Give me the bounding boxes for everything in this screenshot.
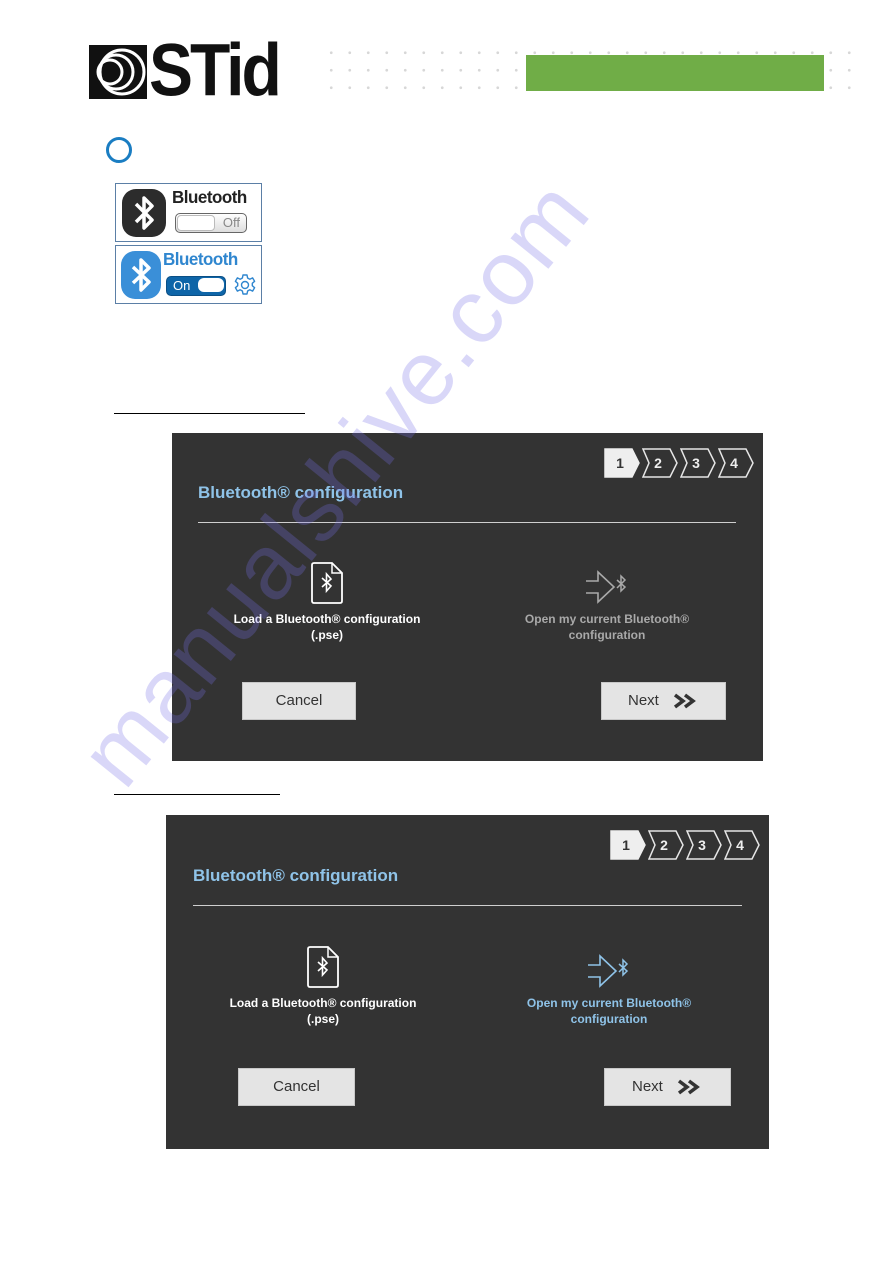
double-chevron-right-icon [677,1079,700,1095]
wizard-step-1: 1 [610,830,647,860]
load-option-line1: Load a Bluetooth® configuration [233,612,421,626]
bluetooth-label: Bluetooth [163,249,238,270]
load-option-line2: (.pse) [306,1012,339,1026]
cancel-button[interactable]: Cancel [238,1068,355,1106]
bluetooth-toggle-on[interactable]: On [166,276,226,296]
bluetooth-icon [121,251,161,299]
bluetooth-label: Bluetooth [172,187,247,208]
open-current-configuration-option[interactable]: Open my current Bluetooth® configuration [509,953,709,1027]
gear-icon[interactable] [233,273,257,297]
stid-logo-mark [89,45,147,99]
title-divider [193,905,742,906]
bluetooth-on-card: Bluetooth On [115,245,262,304]
wizard-step-3: 3 [680,448,717,478]
load-configuration-option[interactable]: Load a Bluetooth® configuration (.pse) [227,561,427,643]
load-option-line1: Load a Bluetooth® configuration [229,996,417,1010]
cancel-button[interactable]: Cancel [242,682,356,720]
section-heading-underline [114,794,280,795]
bluetooth-config-dialog-disabled-open: 1 2 3 4 Bluetooth® configuration Load a … [172,433,763,761]
toggle-knob [198,278,224,292]
toggle-label: On [173,278,191,293]
load-option-line2: (.pse) [310,628,343,642]
bluetooth-off-card: Bluetooth Off [115,183,262,242]
load-configuration-option[interactable]: Load a Bluetooth® configuration (.pse) [223,945,423,1027]
next-button[interactable]: Next [601,682,726,720]
double-chevron-right-icon [673,693,696,709]
wizard-step-4: 4 [718,448,755,478]
bluetooth-toggle-off[interactable]: Off [175,213,247,233]
header-accent-bar [526,55,824,91]
bluetooth-file-icon [311,562,343,604]
section-heading-underline [114,413,305,414]
step-circle-marker [106,137,132,163]
dialog-title: Bluetooth® configuration [193,866,399,885]
wizard-steps: 1 2 3 4 [609,830,761,860]
next-button[interactable]: Next [604,1068,731,1106]
open-current-configuration-option[interactable]: Open my current Bluetooth® configuration [507,569,707,643]
wizard-step-2: 2 [642,448,679,478]
wizard-step-3: 3 [686,830,723,860]
title-divider [198,522,736,523]
toggle-label: Off [222,215,240,230]
toggle-knob [177,215,215,231]
open-option-line1: Open my current Bluetooth® [526,996,692,1010]
open-option-line2: configuration [568,628,646,642]
wizard-step-4: 4 [724,830,761,860]
open-option-line1: Open my current Bluetooth® [524,612,690,626]
arrow-to-bluetooth-icon [588,954,629,988]
bluetooth-config-dialog-enabled-open: 1 2 3 4 Bluetooth® configuration Load a … [166,815,769,1149]
stid-logo: STid [89,33,282,107]
wizard-step-1: 1 [604,448,641,478]
wizard-step-2: 2 [648,830,685,860]
dialog-title: Bluetooth® configuration [198,483,404,502]
bluetooth-file-icon [307,946,339,988]
stid-logo-text: STid [149,28,282,112]
bluetooth-icon [122,189,166,237]
open-option-line2: configuration [570,1012,648,1026]
arrow-to-bluetooth-icon [586,570,627,604]
wizard-steps: 1 2 3 4 [603,448,755,478]
